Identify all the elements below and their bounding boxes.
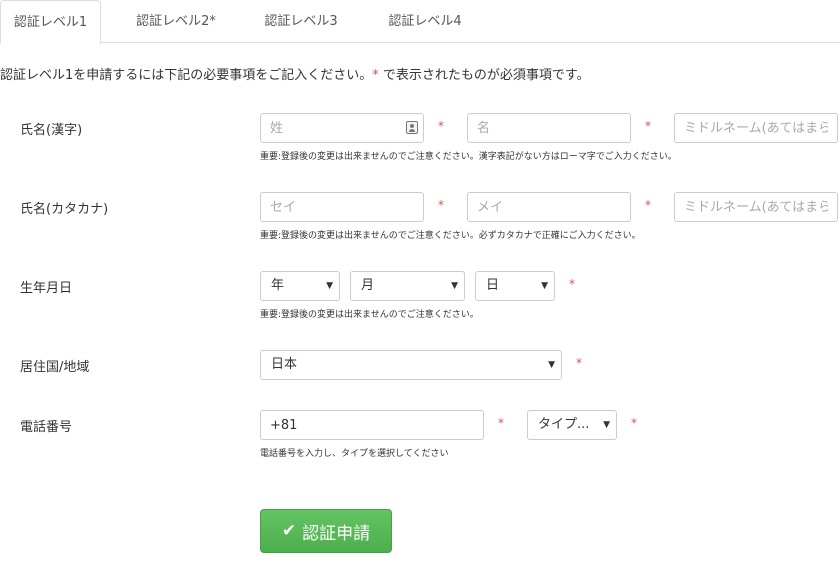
birthdate-help: 重要:登録後の変更は出来ませんのでご注意ください。 [260,310,479,320]
middle-name-kanji-input[interactable] [674,113,838,143]
phone-label: 電話番号 [20,420,73,435]
contact-card-icon [406,121,418,134]
submit-verification-button[interactable]: ✔ 認証申請 [260,509,392,553]
country-label: 居住国/地域 [20,360,90,375]
phone-help: 電話番号を入力し、タイプを選択してください [260,449,449,459]
check-icon: ✔ [281,521,297,540]
required-mark: * [645,119,651,133]
name-kanji-label: 氏名(漢字) [20,123,83,138]
intro-suffix: で表示されたものが必須事項です。 [378,68,590,83]
dropdown-arrow-icon: ▼ [603,420,610,430]
dropdown-arrow-icon: ▼ [326,281,333,291]
birth-day-select[interactable]: 日 ▼ [475,271,555,301]
birth-year-select[interactable]: 年 ▼ [260,271,340,301]
last-name-kanji-input[interactable] [260,113,424,143]
tab-level-2[interactable]: 認証レベル2* [118,0,234,43]
intro-main: 認証レベル1を申請するには下記の必要事項をご記入ください。 [0,68,373,83]
required-mark: * [438,198,444,212]
tab-level-1[interactable]: 認証レベル1 [0,0,101,44]
dropdown-arrow-icon: ▼ [451,281,458,291]
required-mark: * [631,416,637,430]
required-mark: * [438,119,444,133]
country-value: 日本 [271,357,298,372]
birth-day-value: 日 [486,278,500,293]
birth-month-select[interactable]: 月 ▼ [350,271,465,301]
required-mark: * [498,416,504,430]
name-kanji-help: 重要:登録後の変更は出来ませんのでご注意ください。漢字表記がない方はローマ字でご… [260,152,677,162]
birth-month-value: 月 [361,278,375,293]
birth-year-value: 年 [271,278,285,293]
dropdown-arrow-icon: ▼ [541,281,548,291]
birthdate-label: 生年月日 [20,281,73,296]
middle-name-kana-input[interactable] [674,192,838,222]
level-tabs: 認証レベル1 認証レベル2* 認証レベル3 認証レベル4 [0,0,840,44]
phone-input[interactable] [260,410,484,440]
phone-type-select[interactable]: タイプ... ▼ [527,410,617,440]
tab-level-4[interactable]: 認証レベル4 [370,0,480,43]
country-select[interactable]: 日本 ▼ [260,350,562,380]
tab-level-3[interactable]: 認証レベル3 [246,0,356,43]
last-name-kana-input[interactable] [260,192,424,222]
submit-label: 認証申請 [302,523,371,543]
required-mark: * [576,356,582,370]
intro-text: 認証レベル1を申請するには下記の必要事項をご記入ください。* で表示されたものが… [0,64,590,83]
name-kana-label: 氏名(カタカナ) [20,202,109,217]
dropdown-arrow-icon: ▼ [548,360,555,370]
required-mark: * [569,277,575,291]
name-kana-help: 重要:登録後の変更は出来ませんのでご注意ください。必ずカタカナで正確にご入力くだ… [260,231,641,241]
phone-type-value: タイプ... [538,417,590,432]
required-mark: * [645,198,651,212]
first-name-kana-input[interactable] [467,192,631,222]
first-name-kanji-input[interactable] [467,113,631,143]
